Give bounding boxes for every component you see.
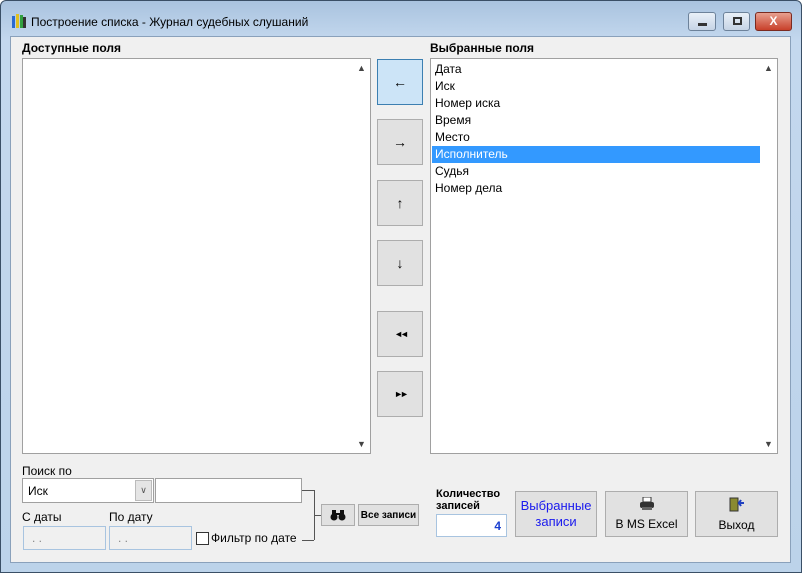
from-date-input[interactable]: . . bbox=[23, 526, 106, 550]
search-label: Поиск по bbox=[22, 464, 72, 478]
move-all-right-button[interactable]: ►► bbox=[377, 371, 423, 417]
from-date-label: С даты bbox=[22, 510, 62, 524]
move-down-button[interactable]: ↓ bbox=[377, 240, 423, 286]
excel-label: В MS Excel bbox=[615, 517, 678, 531]
move-right-button[interactable]: → bbox=[377, 119, 423, 165]
arrow-right-icon: → bbox=[393, 134, 407, 150]
bracket-line bbox=[302, 490, 314, 491]
selected-label: Выбранные поля bbox=[430, 41, 534, 55]
date-filter-checkbox[interactable] bbox=[196, 532, 209, 545]
list-item-selected[interactable]: Исполнитель bbox=[432, 146, 760, 163]
to-date-input[interactable]: . . bbox=[109, 526, 192, 550]
all-records-button[interactable]: Все записи bbox=[358, 504, 419, 526]
list-item[interactable]: Иск bbox=[432, 78, 760, 95]
exit-button[interactable]: Выход bbox=[695, 491, 778, 537]
printer-icon bbox=[639, 497, 654, 510]
search-field-value: Иск bbox=[28, 484, 48, 498]
count-label: Количество записей bbox=[436, 488, 501, 512]
to-date-value: . . bbox=[118, 531, 129, 545]
move-left-button[interactable]: ← bbox=[377, 59, 423, 105]
scroll-up-icon[interactable]: ▲ bbox=[764, 63, 773, 73]
binoculars-icon bbox=[330, 510, 346, 521]
date-filter-label: Фильтр по дате bbox=[211, 531, 297, 545]
list-item[interactable]: Судья bbox=[432, 163, 760, 180]
list-item[interactable]: Место bbox=[432, 129, 760, 146]
arrow-up-icon: ↑ bbox=[396, 195, 404, 211]
move-all-left-button[interactable]: ◄◄ bbox=[377, 311, 423, 357]
list-item[interactable]: Номер иска bbox=[432, 95, 760, 112]
count-value: 4 bbox=[494, 519, 501, 533]
move-up-button[interactable]: ↑ bbox=[377, 180, 423, 226]
count-field: 4 bbox=[436, 514, 507, 537]
search-field-select[interactable]: Иск ∨ bbox=[22, 478, 154, 503]
search-text-input[interactable] bbox=[155, 478, 302, 503]
maximize-button[interactable] bbox=[723, 12, 750, 31]
scroll-down-icon[interactable]: ▼ bbox=[357, 439, 366, 449]
selected-records-label: Выбранные записи bbox=[520, 498, 592, 529]
scrollbar[interactable]: ▲ ▼ bbox=[353, 59, 370, 453]
arrow-left-icon: ← bbox=[393, 74, 407, 90]
list-item[interactable]: Время bbox=[432, 112, 760, 129]
app-books-icon bbox=[12, 14, 26, 28]
available-label: Доступные поля bbox=[22, 41, 122, 55]
double-arrow-left-icon: ◄◄ bbox=[394, 329, 409, 339]
minimize-button[interactable] bbox=[688, 12, 716, 31]
exit-label: Выход bbox=[718, 517, 755, 532]
close-button[interactable]: X bbox=[755, 12, 792, 31]
scroll-down-icon[interactable]: ▼ bbox=[764, 439, 773, 449]
window-title: Построение списка - Журнал судебных слуш… bbox=[31, 15, 309, 29]
bracket-line bbox=[302, 540, 314, 541]
list-item[interactable]: Дата bbox=[432, 61, 760, 78]
scrollbar[interactable]: ▲ ▼ bbox=[760, 59, 777, 453]
bracket-line bbox=[314, 515, 321, 516]
available-list[interactable]: ▲ ▼ bbox=[22, 58, 371, 454]
selected-list[interactable]: Дата Иск Номер иска Время Место Исполнит… bbox=[430, 58, 778, 454]
all-records-label: Все записи bbox=[360, 509, 417, 521]
from-date-value: . . bbox=[32, 531, 43, 545]
exit-door-icon bbox=[729, 497, 744, 511]
selected-records-button[interactable]: Выбранные записи bbox=[515, 491, 597, 537]
to-date-label: По дату bbox=[109, 510, 153, 524]
list-item[interactable]: Номер дела bbox=[432, 180, 760, 197]
scroll-up-icon[interactable]: ▲ bbox=[357, 63, 366, 73]
double-arrow-right-icon: ►► bbox=[394, 389, 409, 399]
arrow-down-icon: ↓ bbox=[396, 255, 404, 271]
search-button[interactable] bbox=[321, 504, 355, 526]
excel-export-button[interactable]: В MS Excel bbox=[605, 491, 688, 537]
chevron-down-icon[interactable]: ∨ bbox=[135, 480, 152, 501]
